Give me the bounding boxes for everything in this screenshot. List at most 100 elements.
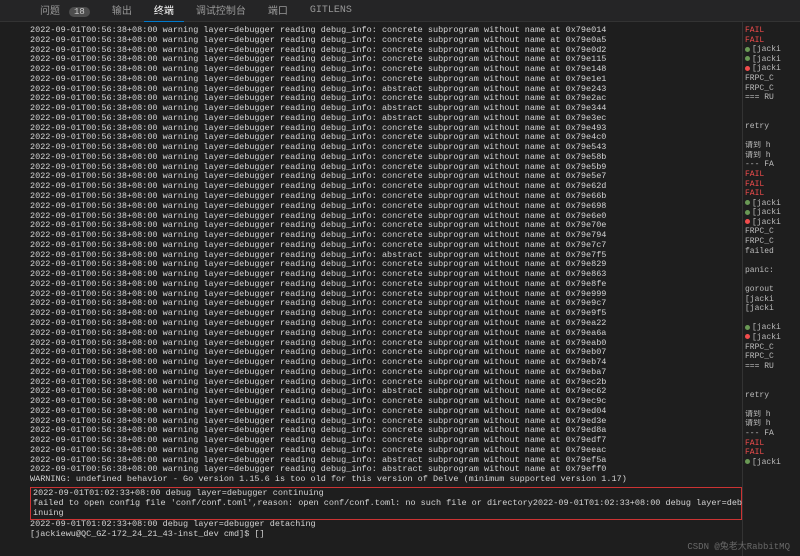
status-bullet [745,334,750,339]
sidebar-text [745,112,750,121]
sidebar-text: FAIL [745,180,764,189]
status-bullet [745,210,750,215]
sidebar-line: FRPC_C [745,74,798,84]
sidebar-line: [jacki [745,208,798,218]
sidebar-line: --- FA [745,160,798,170]
sidebar-line: [jacki [745,199,798,209]
sidebar-line: === RU [745,362,798,372]
sidebar-text: FRPC_C [745,74,774,83]
sidebar-text: [jacki [752,45,781,54]
tab-label: 问题 [40,7,60,18]
sidebar-text: --- FA [745,160,774,169]
sidebar-line: gorout [745,285,798,295]
sidebar-text: [jacki [752,64,781,73]
sidebar-text: 请到 h [745,410,771,419]
sidebar-line: FAIL [745,180,798,190]
go-warning: WARNING: undefined behavior - Go version… [30,475,742,485]
sidebar-line: retry [745,391,798,401]
sidebar-text: [jacki [752,218,781,227]
sidebar-line: FAIL [745,189,798,199]
sidebar-line: panic: [745,266,798,276]
sidebar-line: FAIL [745,26,798,36]
sidebar-text: FAIL [745,26,764,35]
sidebar-text: FRPC_C [745,84,774,93]
shell-prompt[interactable]: [jackiewu@QC_GZ-172_24_21_43-inst_dev cm… [30,530,742,540]
sidebar-line: FRPC_C [745,352,798,362]
tab-problems[interactable]: 问题 18 [30,0,100,22]
sidebar-line: [jacki [745,55,798,65]
sidebar-text: failed [745,247,774,256]
sidebar-line: 请到 h [745,419,798,429]
secondary-terminal[interactable]: FAILFAIL[jacki[jacki[jackiFRPC_CFRPC_C==… [742,22,800,556]
sidebar-line: [jacki [745,333,798,343]
sidebar-text: FAIL [745,36,764,45]
sidebar-line: [jacki [745,458,798,468]
sidebar-line: FAIL [745,439,798,449]
tab-ports[interactable]: 端口 [258,0,298,22]
sidebar-text: [jacki [752,323,781,332]
sidebar-line: FRPC_C [745,237,798,247]
sidebar-line: === RU [745,93,798,103]
tab-debug-console[interactable]: 调试控制台 [186,0,256,22]
sidebar-line: FAIL [745,36,798,46]
sidebar-line [745,314,798,324]
sidebar-line [745,400,798,410]
sidebar-line: [jacki [745,218,798,228]
sidebar-text: === RU [745,362,774,371]
sidebar-line [745,256,798,266]
sidebar-line [745,371,798,381]
terminal-output[interactable]: 2022-09-01T00:56:38+08:00 warning layer=… [0,22,742,556]
sidebar-line: [jacki [745,323,798,333]
sidebar-line: [jacki [745,45,798,55]
sidebar-text [745,256,750,265]
sidebar-line: FAIL [745,170,798,180]
sidebar-text [745,132,750,141]
status-bullet [745,219,750,224]
sidebar-line: failed [745,247,798,257]
sidebar-text: FRPC_C [745,227,774,236]
status-bullet [745,56,750,61]
sidebar-text: gorout [745,285,774,294]
sidebar-line: 请到 h [745,410,798,420]
sidebar-line: FAIL [745,448,798,458]
watermark: CSDN @兔老大RabbitMQ [687,539,790,552]
sidebar-line: 请到 h [745,141,798,151]
sidebar-line [745,103,798,113]
sidebar-text: retry [745,391,769,400]
sidebar-line: retry [745,122,798,132]
sidebar-text: [jacki [752,199,781,208]
sidebar-text: FRPC_C [745,237,774,246]
sidebar-text [745,103,750,112]
sidebar-text: --- FA [745,429,774,438]
status-bullet [745,66,750,71]
error-line: inuing [33,509,739,519]
sidebar-line: 请到 h [745,151,798,161]
status-bullet [745,459,750,464]
sidebar-text: [jacki [752,333,781,342]
sidebar-line [745,381,798,391]
sidebar-text: [jacki [745,295,774,304]
sidebar-text: [jacki [752,55,781,64]
sidebar-text: [jacki [745,304,774,313]
sidebar-text: FAIL [745,448,764,457]
panel-tabs: 问题 18 输出 终端 调试控制台 端口 GITLENS [0,0,800,22]
sidebar-line: FRPC_C [745,343,798,353]
sidebar-text: === RU [745,93,774,102]
sidebar-line: [jacki [745,64,798,74]
tab-output[interactable]: 输出 [102,0,142,22]
sidebar-text: retry [745,122,769,131]
sidebar-text [745,381,750,390]
status-bullet [745,325,750,330]
sidebar-text: 请到 h [745,151,771,160]
sidebar-line [745,275,798,285]
tab-gitlens[interactable]: GITLENS [300,2,362,20]
sidebar-text [745,314,750,323]
tab-terminal[interactable]: 终端 [144,0,184,22]
sidebar-text: FRPC_C [745,352,774,361]
sidebar-text: 请到 h [745,419,771,428]
sidebar-line: FRPC_C [745,84,798,94]
sidebar-text: [jacki [752,208,781,217]
sidebar-text [745,400,750,409]
sidebar-text: 请到 h [745,141,771,150]
problems-badge: 18 [69,7,90,17]
